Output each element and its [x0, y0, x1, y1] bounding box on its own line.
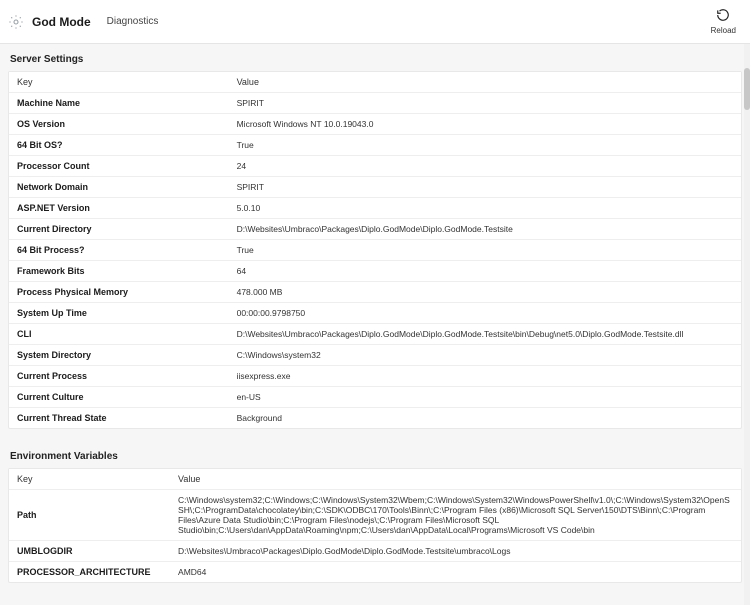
topbar: God Mode Diagnostics Reload	[0, 0, 750, 44]
cell-value: SPIRIT	[229, 93, 741, 114]
table-row: Current DirectoryD:\Websites\Umbraco\Pac…	[9, 219, 741, 240]
scrollbar-thumb[interactable]	[744, 68, 750, 110]
cell-key: Current Process	[9, 366, 229, 387]
cell-value: 64	[229, 261, 741, 282]
cell-value: 00:00:00.9798750	[229, 303, 741, 324]
cell-key: UMBLOGDIR	[9, 541, 170, 562]
table-row: 64 Bit Process?True	[9, 240, 741, 261]
cell-key: Current Directory	[9, 219, 229, 240]
cell-value: AMD64	[170, 562, 741, 583]
cell-key: Process Physical Memory	[9, 282, 229, 303]
cell-key: Framework Bits	[9, 261, 229, 282]
content-area: Server Settings Key Value Machine NameSP…	[0, 44, 750, 605]
cell-value: SPIRIT	[229, 177, 741, 198]
cell-value: 478.000 MB	[229, 282, 741, 303]
cell-value: iisexpress.exe	[229, 366, 741, 387]
table-header-row: Key Value	[9, 72, 741, 93]
section-title-server-settings: Server Settings	[6, 44, 744, 71]
cell-key: Path	[9, 490, 170, 541]
table-row: Machine NameSPIRIT	[9, 93, 741, 114]
scrollbar-track[interactable]	[744, 44, 750, 605]
table-row: PROCESSOR_ARCHITECTUREAMD64	[9, 562, 741, 583]
breadcrumb: Diagnostics	[107, 16, 159, 27]
table-row: ASP.NET Version5.0.10	[9, 198, 741, 219]
table-row: Processor Count24	[9, 156, 741, 177]
reload-icon	[716, 8, 730, 25]
table-row: Network DomainSPIRIT	[9, 177, 741, 198]
table-row: System Up Time00:00:00.9798750	[9, 303, 741, 324]
app-title: God Mode	[32, 15, 91, 29]
cell-value: C:\Windows\system32;C:\Windows;C:\Window…	[170, 490, 741, 541]
server-settings-table: Key Value Machine NameSPIRITOS VersionMi…	[9, 72, 741, 428]
cell-key: 64 Bit OS?	[9, 135, 229, 156]
cell-key: ASP.NET Version	[9, 198, 229, 219]
cell-value: C:\Windows\system32	[229, 345, 741, 366]
col-value: Value	[229, 72, 741, 93]
cell-key: System Directory	[9, 345, 229, 366]
cell-value: Background	[229, 408, 741, 429]
cell-key: Current Thread State	[9, 408, 229, 429]
cell-value: en-US	[229, 387, 741, 408]
cell-value: True	[229, 135, 741, 156]
cell-value: Microsoft Windows NT 10.0.19043.0	[229, 114, 741, 135]
reload-button[interactable]: Reload	[707, 6, 740, 37]
cell-value: D:\Websites\Umbraco\Packages\Diplo.GodMo…	[229, 324, 741, 345]
table-row: Current Processiisexpress.exe	[9, 366, 741, 387]
env-vars-panel: Key Value PathC:\Windows\system32;C:\Win…	[8, 468, 742, 583]
table-row: System DirectoryC:\Windows\system32	[9, 345, 741, 366]
server-settings-panel: Key Value Machine NameSPIRITOS VersionMi…	[8, 71, 742, 429]
gear-icon	[8, 14, 24, 30]
table-row: Process Physical Memory478.000 MB	[9, 282, 741, 303]
cell-key: PROCESSOR_ARCHITECTURE	[9, 562, 170, 583]
reload-label: Reload	[711, 26, 736, 35]
cell-key: Machine Name	[9, 93, 229, 114]
cell-value: 24	[229, 156, 741, 177]
col-key: Key	[9, 469, 170, 490]
col-value: Value	[170, 469, 741, 490]
table-row: Current Cultureen-US	[9, 387, 741, 408]
cell-key: System Up Time	[9, 303, 229, 324]
cell-key: Network Domain	[9, 177, 229, 198]
table-row: UMBLOGDIRD:\Websites\Umbraco\Packages\Di…	[9, 541, 741, 562]
cell-key: 64 Bit Process?	[9, 240, 229, 261]
cell-value: D:\Websites\Umbraco\Packages\Diplo.GodMo…	[170, 541, 741, 562]
env-vars-table: Key Value PathC:\Windows\system32;C:\Win…	[9, 469, 741, 582]
table-row: Framework Bits64	[9, 261, 741, 282]
cell-value: True	[229, 240, 741, 261]
table-header-row: Key Value	[9, 469, 741, 490]
cell-value: 5.0.10	[229, 198, 741, 219]
cell-key: Processor Count	[9, 156, 229, 177]
col-key: Key	[9, 72, 229, 93]
table-row: OS VersionMicrosoft Windows NT 10.0.1904…	[9, 114, 741, 135]
cell-value: D:\Websites\Umbraco\Packages\Diplo.GodMo…	[229, 219, 741, 240]
cell-key: OS Version	[9, 114, 229, 135]
table-row: 64 Bit OS?True	[9, 135, 741, 156]
table-row: Current Thread StateBackground	[9, 408, 741, 429]
table-row: PathC:\Windows\system32;C:\Windows;C:\Wi…	[9, 490, 741, 541]
cell-key: CLI	[9, 324, 229, 345]
cell-key: Current Culture	[9, 387, 229, 408]
section-title-env-vars: Environment Variables	[6, 441, 744, 468]
table-row: CLID:\Websites\Umbraco\Packages\Diplo.Go…	[9, 324, 741, 345]
topbar-left: God Mode Diagnostics	[8, 14, 158, 30]
